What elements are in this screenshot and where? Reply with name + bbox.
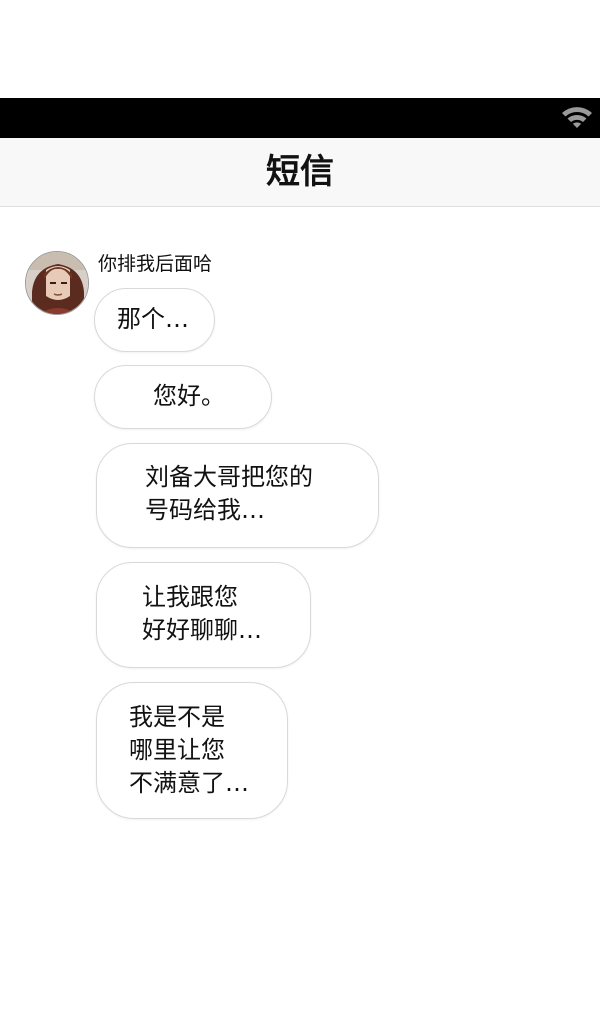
sender-name: 你排我后面哈	[98, 253, 213, 275]
message-bubble: 那个…	[94, 288, 215, 352]
status-bar	[0, 98, 600, 138]
page-title: 短信	[266, 152, 334, 192]
message-bubble: 我是不是 哪里让您 不满意了…	[96, 682, 288, 819]
avatar-portrait	[26, 252, 88, 314]
avatar[interactable]	[25, 251, 89, 315]
message-bubble: 让我跟您 好好聊聊…	[96, 562, 311, 668]
message-bubble: 刘备大哥把您的 号码给我…	[96, 443, 379, 548]
wifi-icon	[562, 107, 592, 128]
message-bubble: 您好。	[94, 365, 272, 429]
app-header: 短信	[0, 138, 600, 207]
